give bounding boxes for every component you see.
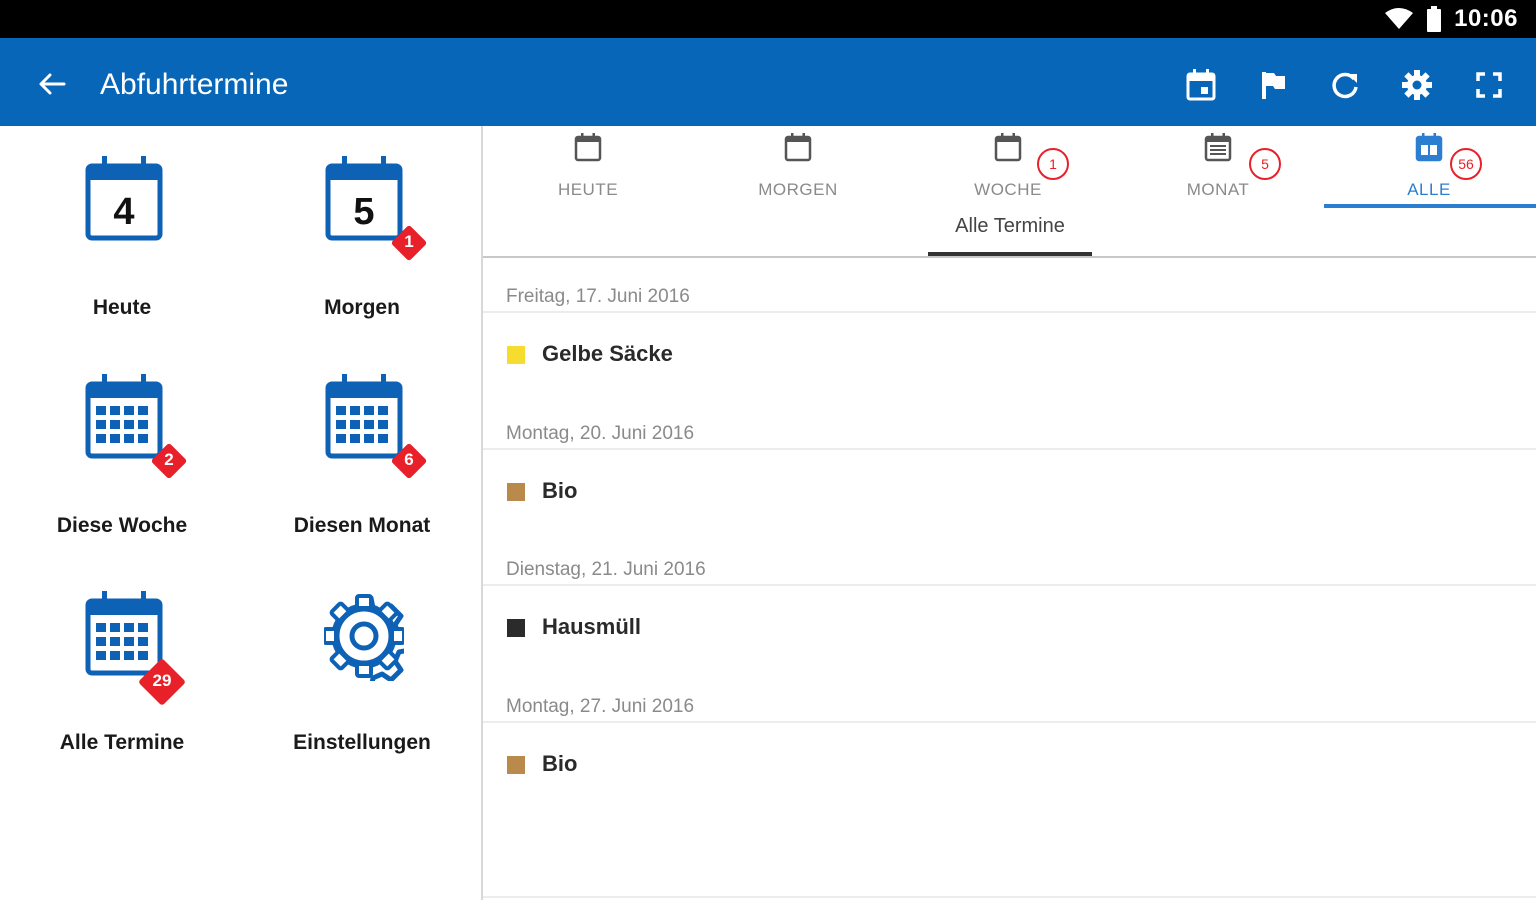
tile-label: Einstellungen bbox=[293, 731, 431, 754]
tile-label: Heute bbox=[92, 296, 152, 319]
appointment-list: Freitag, 17. Juni 2016 Gelbe Säcke Monta… bbox=[483, 258, 1536, 900]
status-bar: 10:06 bbox=[0, 0, 1536, 38]
date-group: Dienstag, 21. Juni 2016 Hausmüll bbox=[483, 531, 1536, 668]
tile-badge: 6 bbox=[404, 450, 414, 469]
tab-count-badge: 56 bbox=[1450, 148, 1482, 180]
fullscreen-icon bbox=[1476, 72, 1502, 98]
tab-alle[interactable]: 56 ALLE bbox=[1324, 126, 1534, 210]
date-header: Montag, 20. Juni 2016 bbox=[506, 423, 695, 444]
tab-label: ALLE bbox=[1407, 180, 1451, 199]
calendar-day-icon: 4 bbox=[85, 156, 163, 241]
tile-diese-woche[interactable]: 2 Diese Woche bbox=[12, 374, 232, 574]
settings-icon bbox=[1402, 70, 1432, 100]
date-group: Freitag, 17. Juni 2016 Gelbe Säcke bbox=[483, 258, 1536, 395]
calendar-icon bbox=[574, 133, 602, 162]
battery-icon bbox=[1427, 6, 1442, 32]
tab-count-badge: 1 bbox=[1037, 148, 1069, 180]
date-header: Freitag, 17. Juni 2016 bbox=[506, 286, 690, 307]
waste-type-label: Hausmüll bbox=[542, 614, 642, 639]
tile-diesen-monat[interactable]: 6 Diesen Monat bbox=[252, 374, 472, 574]
tile-day-number: 5 bbox=[353, 191, 374, 233]
tab-morgen[interactable]: MORGEN bbox=[693, 126, 903, 210]
list-item[interactable]: Bio bbox=[483, 465, 1536, 519]
tab-label: MONAT bbox=[1186, 180, 1250, 199]
settings-gear-icon bbox=[324, 594, 404, 681]
navigation-grid: 4 Heute 5 1 Morgen 2 Diese Woche 6 Diese… bbox=[0, 126, 481, 900]
calendar-today-button[interactable] bbox=[1176, 60, 1226, 110]
divider bbox=[483, 311, 1536, 313]
divider bbox=[483, 584, 1536, 586]
list-bottom-divider bbox=[483, 896, 1536, 898]
tab-label: WOCHE bbox=[974, 180, 1042, 199]
tab-count-badge: 5 bbox=[1249, 148, 1281, 180]
waste-color-swatch bbox=[507, 619, 525, 637]
waste-type-label: Bio bbox=[542, 478, 578, 503]
arrow-back-icon bbox=[39, 73, 66, 95]
tile-label: Alle Termine bbox=[59, 731, 185, 754]
divider bbox=[483, 448, 1536, 450]
subtab-alle-termine[interactable]: Alle Termine bbox=[928, 215, 1092, 257]
date-header: Montag, 27. Juni 2016 bbox=[506, 696, 695, 717]
refresh-icon bbox=[1332, 72, 1358, 99]
fullscreen-button[interactable] bbox=[1464, 60, 1514, 110]
calendar-month-icon bbox=[1204, 133, 1232, 162]
tile-label: Morgen bbox=[324, 296, 400, 319]
calendar-icon bbox=[784, 133, 812, 162]
back-button[interactable] bbox=[30, 62, 74, 106]
divider bbox=[483, 721, 1536, 723]
waste-color-swatch bbox=[507, 346, 525, 364]
flag-button[interactable] bbox=[1248, 60, 1298, 110]
app-bar: Abfuhrtermine bbox=[0, 38, 1536, 126]
waste-type-label: Gelbe Säcke bbox=[542, 341, 673, 366]
wifi-icon bbox=[1385, 8, 1414, 29]
tile-morgen[interactable]: 5 1 Morgen bbox=[252, 156, 472, 356]
tile-heute[interactable]: 4 Heute bbox=[12, 156, 232, 356]
app-title: Abfuhrtermine bbox=[100, 68, 289, 101]
list-item[interactable]: Bio bbox=[483, 738, 1536, 792]
tile-einstellungen[interactable]: Einstellungen bbox=[252, 591, 472, 791]
status-time: 10:06 bbox=[1454, 5, 1518, 32]
settings-button[interactable] bbox=[1392, 60, 1442, 110]
tile-day-number: 4 bbox=[113, 191, 134, 233]
tile-label: Diesen Monat bbox=[293, 514, 431, 537]
tile-badge: 1 bbox=[404, 232, 414, 251]
calendar-icon bbox=[994, 133, 1022, 162]
calendar-today-icon bbox=[1186, 69, 1216, 101]
tile-label: Diese Woche bbox=[56, 514, 188, 537]
tab-bar: HEUTE MORGEN 1 WOCHE 5 MONAT 56 ALLE bbox=[483, 126, 1536, 210]
list-item[interactable]: Gelbe Säcke bbox=[483, 328, 1536, 382]
tab-monat[interactable]: 5 MONAT bbox=[1113, 126, 1323, 210]
list-item[interactable]: Hausmüll bbox=[483, 601, 1536, 655]
tab-woche[interactable]: 1 WOCHE bbox=[903, 126, 1113, 210]
tab-label: MORGEN bbox=[758, 180, 838, 199]
waste-color-swatch bbox=[507, 483, 525, 501]
waste-color-swatch bbox=[507, 756, 525, 774]
tile-badge: 29 bbox=[152, 671, 172, 690]
tile-badge: 2 bbox=[164, 450, 174, 469]
date-header: Dienstag, 21. Juni 2016 bbox=[506, 559, 706, 580]
refresh-button[interactable] bbox=[1320, 60, 1370, 110]
tab-label: HEUTE bbox=[557, 180, 619, 199]
date-group: Montag, 20. Juni 2016 Bio bbox=[483, 395, 1536, 532]
toolbar-actions bbox=[1176, 60, 1514, 110]
tile-alle-termine[interactable]: 29 Alle Termine bbox=[12, 591, 232, 791]
flag-icon bbox=[1262, 72, 1285, 99]
waste-type-label: Bio bbox=[542, 751, 578, 776]
date-group: Montag, 27. Juni 2016 Bio bbox=[483, 668, 1536, 805]
calendar-all-icon bbox=[1415, 133, 1443, 162]
status-icons: 10:06 bbox=[1384, 0, 1518, 38]
tab-heute[interactable]: HEUTE bbox=[483, 126, 693, 210]
active-tab-indicator bbox=[1324, 204, 1536, 208]
